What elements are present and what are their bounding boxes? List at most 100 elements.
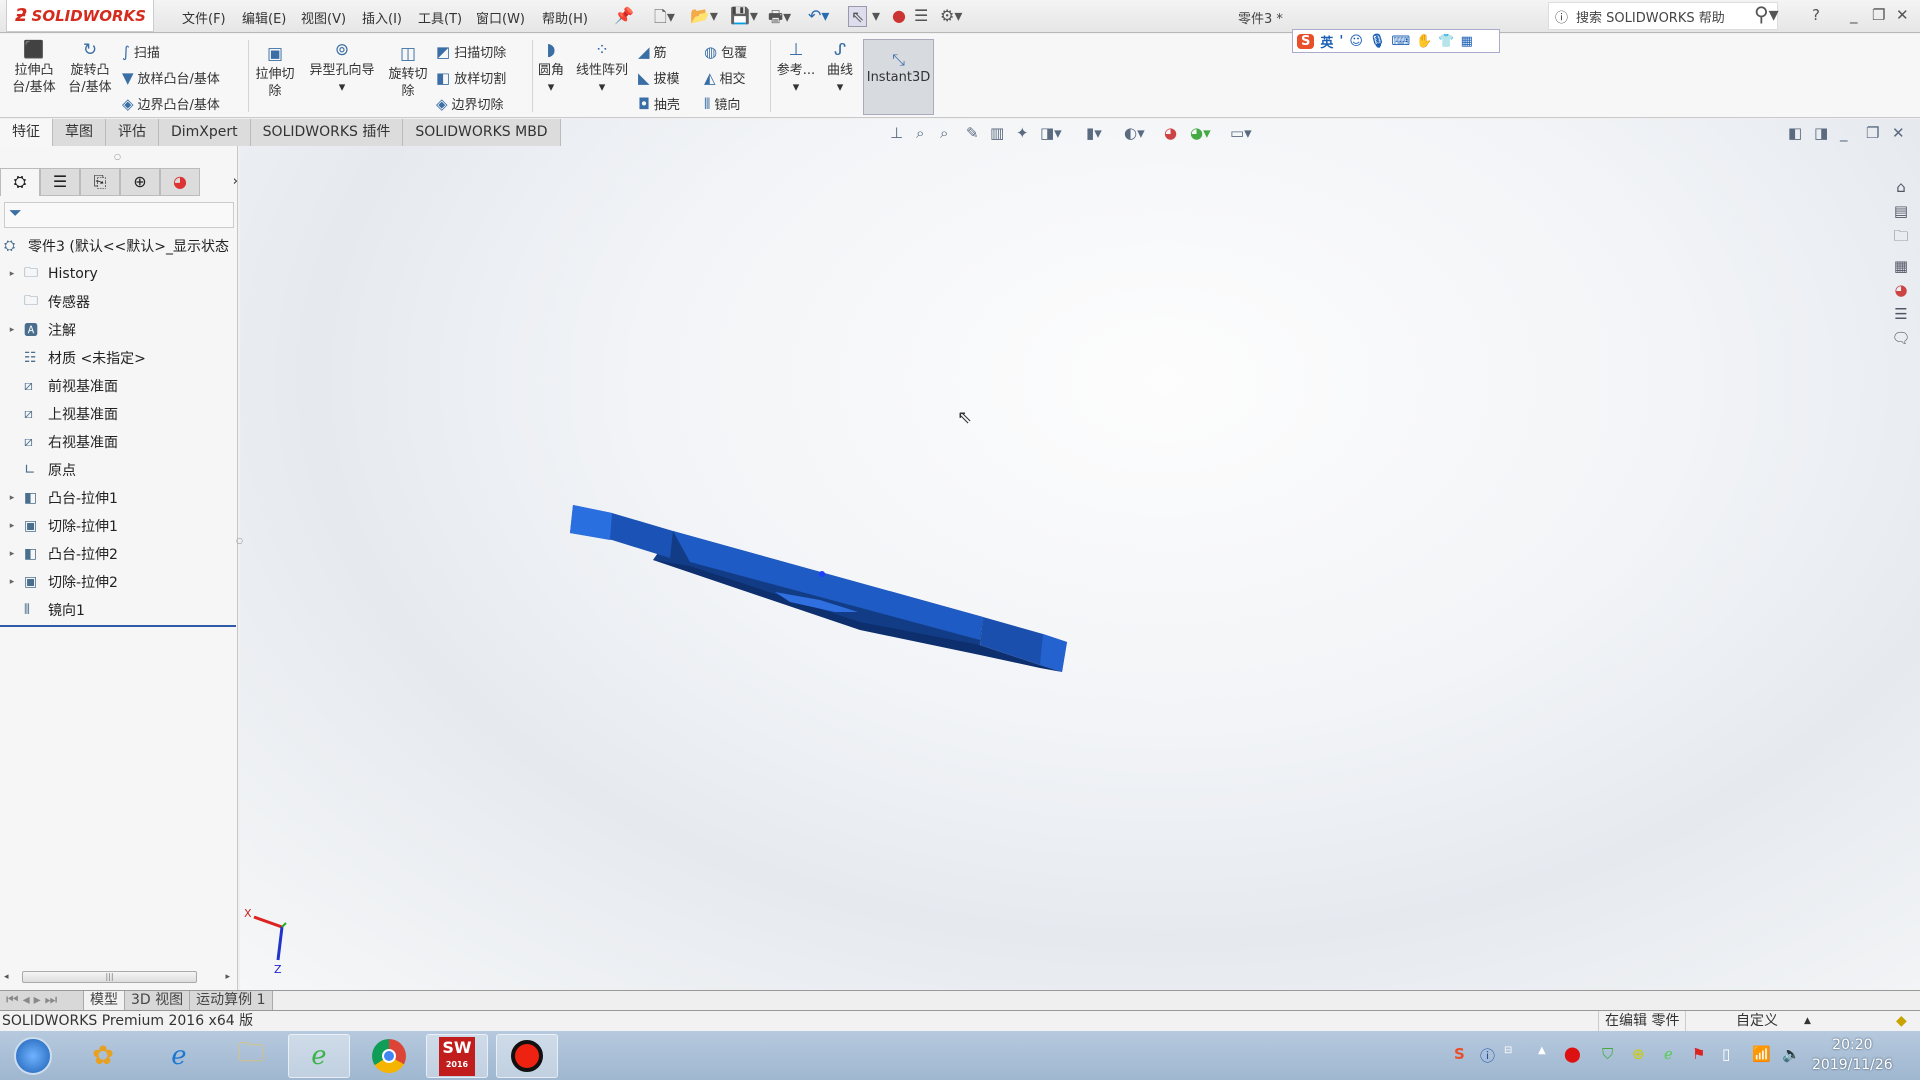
swept-cut-button[interactable]: ◩ 扫描切除 (436, 42, 506, 62)
tree-item[interactable]: ▸ 🗀 History (0, 260, 238, 288)
tab-evaluate[interactable]: 评估 (106, 119, 159, 146)
tree-item[interactable]: ∟ 原点 (0, 456, 238, 484)
dropdown-icon[interactable]: ▾ (548, 80, 555, 95)
panel-splitter-handle[interactable]: ○ (114, 152, 121, 161)
tree-filter[interactable]: ⏷ (4, 202, 234, 228)
search-icon[interactable]: ⚲▾ (1754, 2, 1779, 26)
previous-view-icon[interactable]: ✎ (966, 124, 979, 142)
microphone-icon[interactable]: 🎙 (1369, 34, 1386, 49)
tray-ime-icon[interactable]: ⊟ (1504, 1045, 1512, 1056)
menu-tools[interactable]: 工具(T) (418, 8, 462, 27)
extrude-cut-button[interactable]: ▣ 拉伸切除 (254, 46, 296, 100)
taskbar-recorder-icon[interactable] (496, 1034, 558, 1078)
tray-360-icon[interactable]: ⊕ (1632, 1045, 1645, 1063)
viewport-close-icon[interactable]: ✕ (1892, 124, 1905, 142)
tab-model[interactable]: 模型 (84, 991, 125, 1010)
wrap-button[interactable]: ◍ 包覆 (704, 42, 747, 62)
revolve-boss-button[interactable]: ↻ 旋转凸台/基体 (64, 42, 116, 96)
draft-button[interactable]: ◣ 拔模 (638, 68, 680, 88)
graphics-area[interactable]: ⊥ ⌕ ⌕ ✎ ▥ ✦ ◨▾ ▮▾ ◐▾ ◕ ◕▾ ▭▾ ◧ ◨ _ ❐ ✕ (240, 119, 1920, 990)
tray-show-hidden-icon[interactable]: ▲ (1538, 1045, 1546, 1056)
tag-icon[interactable]: ◆ (1896, 1011, 1907, 1031)
rollback-bar[interactable] (0, 625, 236, 627)
close-button[interactable]: ✕ (1896, 6, 1909, 24)
keyboard-icon[interactable]: ⌨ (1391, 34, 1410, 49)
select-dropdown-icon[interactable]: ▾ (872, 6, 880, 25)
intersect-button[interactable]: ◭ 相交 (704, 68, 746, 88)
dropdown-icon[interactable]: ▾ (837, 80, 844, 95)
menu-edit[interactable]: 编辑(E) (242, 8, 286, 27)
display-manager-tab[interactable]: ◕ (160, 168, 200, 196)
panel-collapse-handle[interactable]: ○ (236, 536, 243, 545)
tree-item[interactable]: ⫴ 镜向1 (0, 596, 238, 624)
part-model[interactable] (240, 119, 1920, 990)
appearances-icon[interactable]: ◕ (1894, 281, 1907, 299)
scroll-right-icon[interactable]: ▸ (225, 972, 230, 982)
tree-item[interactable]: ▸ 🅰 注解 (0, 316, 238, 344)
panel-more-icon[interactable]: › (200, 168, 238, 198)
boundary-boss-button[interactable]: ◈ 边界凸台/基体 (122, 94, 220, 114)
taskbar-chrome-icon[interactable] (358, 1034, 420, 1078)
dynamic-annotation-icon[interactable]: ✦ (1016, 124, 1029, 142)
save-icon[interactable]: 💾▾ (730, 6, 758, 25)
view-palette-icon[interactable]: ▦ (1894, 257, 1908, 275)
pin-icon[interactable]: 📌 (614, 6, 634, 25)
ime-toolbar[interactable]: S 英 ' ☺ 🎙 ⌨ ✋ 👕 ▦ (1292, 29, 1500, 53)
custom-properties-icon[interactable]: ☰ (1894, 305, 1907, 323)
dropdown-icon[interactable]: ▾ (339, 80, 346, 95)
tray-browser-icon[interactable]: ℯ (1664, 1045, 1673, 1063)
property-manager-tab[interactable]: ☰ (40, 168, 80, 196)
view-settings-icon[interactable]: ▭▾ (1230, 124, 1252, 142)
shell-button[interactable]: ◘ 抽壳 (638, 94, 680, 114)
dimxpert-manager-tab[interactable]: ⊕ (120, 168, 160, 196)
ime-punct[interactable]: ' (1339, 34, 1343, 49)
skin-icon[interactable]: 👕 (1438, 34, 1454, 49)
tab-addins[interactable]: SOLIDWORKS 插件 (250, 119, 404, 146)
units-selector[interactable]: 自定义 (1736, 1011, 1778, 1031)
taskbar-ie-icon[interactable]: ℯ (148, 1034, 210, 1078)
tab-navigation-arrows[interactable]: ⏮◂▸⏭ (0, 991, 84, 1010)
tree-item[interactable]: ▸ ◧ 凸台-拉伸2 (0, 540, 238, 568)
tree-item[interactable]: ⧄ 右视基准面 (0, 428, 238, 456)
horizontal-scrollbar[interactable]: ◂ ||| ▸ (4, 968, 230, 985)
options-icon[interactable]: ⚙▾ (940, 6, 962, 25)
menu-window[interactable]: 窗口(W) (476, 8, 525, 27)
select-icon[interactable]: ⇖ (848, 6, 868, 27)
tree-item[interactable]: ☷ 材质 <未指定> (0, 344, 238, 372)
tray-record-icon[interactable]: ⬤ (1564, 1045, 1581, 1063)
tab-sketch[interactable]: 草图 (53, 119, 106, 146)
tab-3d-views[interactable]: 3D 视图 (125, 991, 191, 1010)
dropdown-icon[interactable]: ▾ (793, 80, 800, 95)
scrollbar-thumb[interactable]: ||| (22, 971, 197, 983)
taskbar-explorer-icon[interactable]: 🗀 (220, 1034, 282, 1078)
tray-security-icon[interactable]: ⛉ (1602, 1045, 1613, 1063)
expand-arrow-icon[interactable]: ▸ (0, 549, 24, 559)
viewport-restore-icon[interactable]: ❐ (1866, 124, 1879, 142)
appearance-icon[interactable]: ◕ (1164, 124, 1177, 142)
tray-action-center-icon[interactable]: ⚑ (1692, 1045, 1705, 1063)
tray-power-icon[interactable]: ▯ (1722, 1045, 1730, 1063)
tab-features[interactable]: 特征 (0, 119, 53, 146)
hand-icon[interactable]: ✋ (1416, 34, 1432, 49)
feature-manager-tab[interactable]: ⛭ (0, 168, 40, 196)
dropdown-icon[interactable]: ▾ (599, 80, 606, 95)
split-view-2-icon[interactable]: ◨ (1814, 124, 1828, 142)
revolve-cut-button[interactable]: ◫ 旋转切除 (384, 46, 432, 100)
expand-arrow-icon[interactable]: ▸ (0, 325, 24, 335)
curves-button[interactable]: ᔑ 曲线 ▾ (822, 42, 858, 96)
system-clock[interactable]: 20:20 2019/11/26 (1812, 1035, 1893, 1075)
tray-help-icon[interactable]: ⓘ (1480, 1045, 1495, 1066)
tab-motion-study[interactable]: 运动算例 1 (190, 991, 273, 1010)
design-library-icon[interactable]: ▤ (1894, 202, 1908, 220)
extrude-boss-button[interactable]: ⬛ 拉伸凸台/基体 (8, 42, 60, 96)
tree-item[interactable]: ▸ ▣ 切除-拉伸1 (0, 512, 238, 540)
taskbar-browser-icon[interactable]: ℯ (288, 1034, 350, 1078)
start-button[interactable] (2, 1034, 64, 1078)
emoji-icon[interactable]: ☺ (1349, 34, 1363, 49)
view-orientation-dropdown[interactable]: ◨▾ (1040, 124, 1062, 142)
solidworks-logo[interactable]: ƻ SOLIDWORKS (6, 0, 154, 32)
forum-icon[interactable]: 🗨 (1891, 329, 1910, 347)
tree-item[interactable]: ▸ ▣ 切除-拉伸2 (0, 568, 238, 596)
expand-arrow-icon[interactable]: ▸ (0, 521, 24, 531)
units-dropdown-icon[interactable]: ▲ (1804, 1011, 1811, 1031)
